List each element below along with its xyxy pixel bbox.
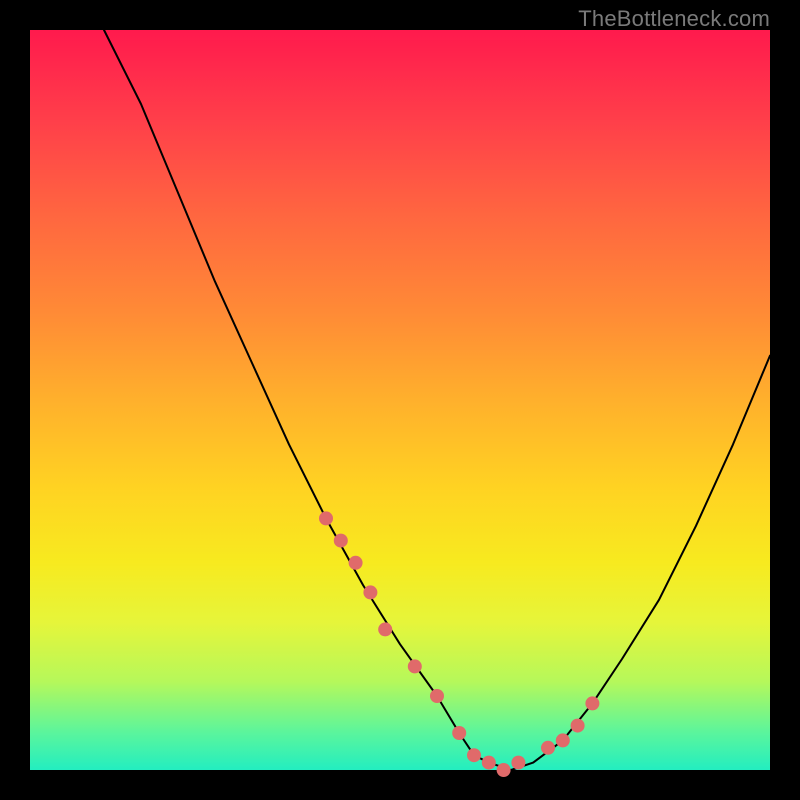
curve-marker (497, 763, 511, 777)
curve-marker (556, 733, 570, 747)
bottleneck-curve (104, 30, 770, 770)
curve-marker (349, 556, 363, 570)
watermark-text: TheBottleneck.com (578, 6, 770, 32)
curve-marker (430, 689, 444, 703)
curve-marker (363, 585, 377, 599)
curve-marker (541, 741, 555, 755)
curve-marker (408, 659, 422, 673)
marker-group (319, 511, 599, 777)
curve-marker (378, 622, 392, 636)
curve-marker (511, 756, 525, 770)
curve-marker (334, 534, 348, 548)
curve-marker (467, 748, 481, 762)
curve-marker (482, 756, 496, 770)
curve-marker (571, 719, 585, 733)
plot-area (30, 30, 770, 770)
curve-svg (30, 30, 770, 770)
curve-marker (585, 696, 599, 710)
curve-marker (452, 726, 466, 740)
curve-marker (319, 511, 333, 525)
chart-frame: TheBottleneck.com (0, 0, 800, 800)
